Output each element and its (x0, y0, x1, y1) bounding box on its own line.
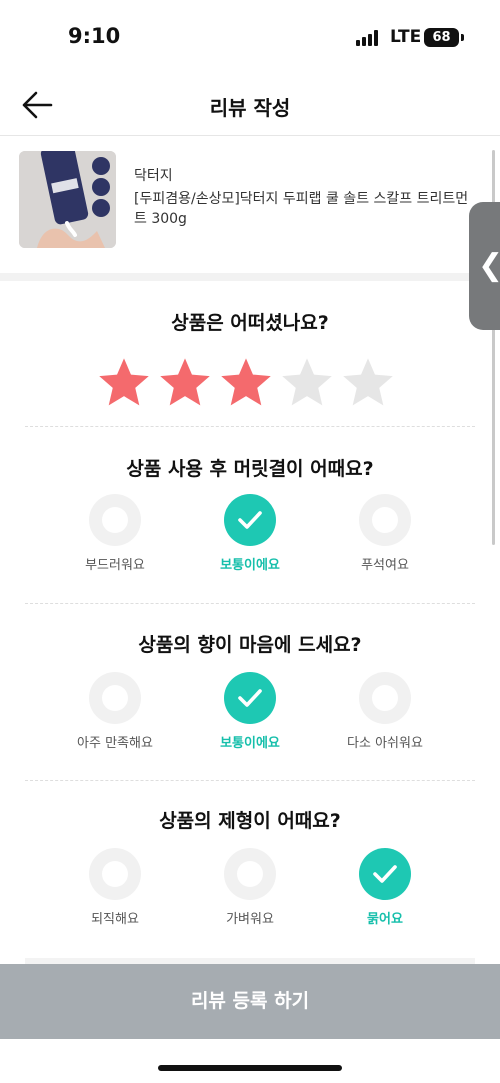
option-soft[interactable]: 부드러워요 (55, 494, 175, 584)
option-label: 보통이에요 (220, 736, 280, 751)
radio-circle (224, 494, 276, 546)
dashed-divider (25, 780, 475, 781)
product-brand: 닥터지 (134, 168, 173, 184)
star-icon[interactable] (341, 356, 395, 408)
option-normal[interactable]: 보통이에요 (190, 494, 310, 584)
home-bar-area (0, 1039, 500, 1083)
radio-circle (89, 672, 141, 724)
radio-circle (359, 848, 411, 900)
status-time: 9:10 (68, 24, 121, 48)
option-dry[interactable]: 푸석여요 (325, 494, 445, 584)
submit-review-button[interactable]: 리뷰 등록 하기 (0, 964, 500, 1039)
question-title: 상품의 향이 마음에 드세요? (138, 634, 362, 656)
option-label: 보통이에요 (220, 558, 280, 573)
check-icon (373, 865, 397, 883)
star-icon[interactable] (158, 356, 212, 408)
status-bar: 9:10 LTE 68 (0, 0, 500, 74)
page-title: 리뷰 작성 (209, 96, 291, 120)
chevron-left-icon: ❮ (478, 248, 500, 283)
product-image (19, 151, 116, 248)
section-divider (0, 273, 500, 281)
review-screen: 9:10 LTE 68 리뷰 작성 닥터지 [두피겸용/손상모]닥터지 두피랩 … (0, 0, 500, 1083)
radio-circle (89, 494, 141, 546)
option-thick[interactable]: 되직해요 (55, 848, 175, 938)
network-label: LTE (390, 27, 422, 47)
option-normal[interactable]: 보통이에요 (190, 672, 310, 762)
battery-tip (461, 34, 464, 41)
product-summary: 닥터지 [두피겸용/손상모]닥터지 두피랩 쿨 솔트 스칼프 트리트먼트 300… (0, 137, 500, 273)
option-runny[interactable]: 묽어요 (325, 848, 445, 938)
star-icon[interactable] (97, 356, 151, 408)
option-label: 다소 아쉬워요 (347, 736, 423, 751)
option-light[interactable]: 가벼워요 (190, 848, 310, 938)
radio-circle (359, 672, 411, 724)
star-icon[interactable] (219, 356, 273, 408)
option-disappointing[interactable]: 다소 아쉬워요 (325, 672, 445, 762)
option-label: 푸석여요 (361, 558, 409, 573)
question-title: 상품 사용 후 머릿결이 어때요? (126, 458, 374, 480)
battery-icon: 68 (424, 28, 459, 47)
option-label: 묽어요 (367, 912, 403, 927)
side-panel-handle[interactable]: ❮ (469, 202, 500, 330)
product-name: [두피겸용/손상모]닥터지 두피랩 쿨 솔트 스칼프 트리트먼트 300g (134, 191, 469, 227)
dashed-divider (25, 426, 475, 427)
radio-circle (224, 672, 276, 724)
home-indicator[interactable] (158, 1065, 342, 1071)
check-icon (238, 689, 262, 707)
option-very-satisfied[interactable]: 아주 만족해요 (55, 672, 175, 762)
radio-circle (89, 848, 141, 900)
signal-icon (356, 30, 382, 46)
radio-circle (224, 848, 276, 900)
radio-circle (359, 494, 411, 546)
check-icon (238, 511, 262, 529)
option-label: 아주 만족해요 (77, 736, 153, 751)
star-rating (97, 356, 397, 412)
question-title: 상품의 제형이 어때요? (159, 810, 341, 832)
option-label: 되직해요 (91, 912, 139, 927)
option-label: 가벼워요 (226, 912, 274, 927)
header: 리뷰 작성 (0, 74, 500, 136)
dashed-divider (25, 603, 475, 604)
option-label: 부드러워요 (85, 558, 145, 573)
star-icon[interactable] (280, 356, 334, 408)
rating-question: 상품은 어떠셨나요? (171, 312, 329, 334)
